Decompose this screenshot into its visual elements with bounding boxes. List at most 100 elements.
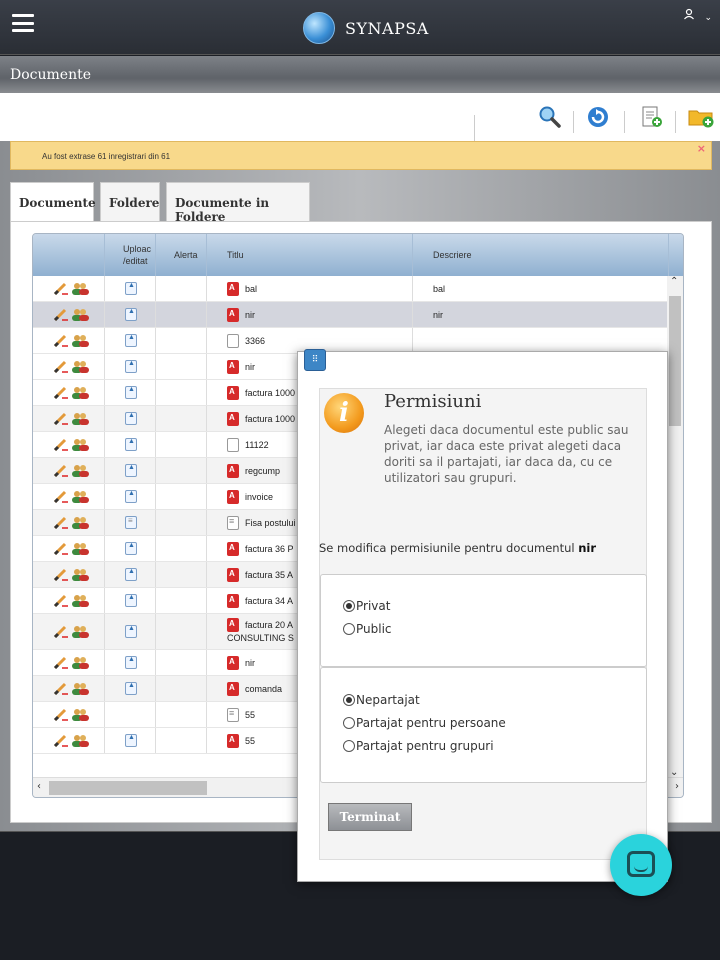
search-button[interactable] [538, 105, 562, 129]
table-row[interactable]: bal bal [33, 276, 669, 302]
permissions-icon[interactable] [71, 282, 89, 296]
permissions-icon[interactable] [71, 438, 89, 452]
edit-icon[interactable] [53, 594, 69, 608]
edit-icon[interactable] [53, 490, 69, 504]
edit-icon[interactable] [53, 734, 69, 748]
edit-icon[interactable] [53, 412, 69, 426]
edit-icon[interactable] [53, 334, 69, 348]
permissions-icon[interactable] [71, 625, 89, 639]
permissions-icon[interactable] [71, 682, 89, 696]
row-title[interactable]: 55 [245, 736, 255, 746]
upload-icon[interactable] [125, 568, 137, 581]
permissions-icon[interactable] [71, 516, 89, 530]
row-title[interactable]: Fisa postului [245, 518, 296, 528]
upload-icon[interactable] [125, 490, 137, 503]
column-titlu[interactable]: Titlu [207, 234, 413, 276]
vertical-scrollbar[interactable]: ⌃ ⌄ [667, 276, 683, 778]
column-alerta[interactable]: Alerta [156, 234, 207, 276]
row-title[interactable]: factura 36 P [245, 544, 294, 554]
edit-icon[interactable] [53, 625, 69, 639]
new-folder-button[interactable] [688, 105, 716, 129]
edit-icon[interactable] [53, 308, 69, 322]
row-title[interactable]: factura 20 A [245, 620, 293, 630]
table-row[interactable]: nir nir [33, 302, 669, 328]
upload-icon[interactable] [125, 464, 137, 477]
upload-icon[interactable] [125, 386, 137, 399]
edit-icon[interactable] [53, 656, 69, 670]
permissions-icon[interactable] [71, 734, 89, 748]
permissions-icon[interactable] [71, 334, 89, 348]
permissions-icon[interactable] [71, 490, 89, 504]
radio-public[interactable]: Public [343, 622, 392, 636]
permissions-icon[interactable] [71, 568, 89, 582]
column-upload[interactable]: Uploac /editat [105, 234, 156, 276]
permissions-icon[interactable] [71, 412, 89, 426]
upload-icon[interactable] [125, 282, 137, 295]
radio-partajat-grupuri[interactable]: Partajat pentru grupuri [343, 739, 494, 753]
radio-privat[interactable]: Privat [343, 599, 390, 613]
edit-icon[interactable] [53, 386, 69, 400]
tab-documente-in-foldere[interactable]: Documente in Foldere [166, 182, 310, 224]
edit-icon[interactable] [53, 438, 69, 452]
permissions-icon[interactable] [71, 542, 89, 556]
upload-icon[interactable] [125, 542, 137, 555]
edit-icon[interactable] [53, 360, 69, 374]
upload-icon[interactable] [125, 734, 137, 747]
permissions-icon[interactable] [71, 594, 89, 608]
scroll-thumb[interactable] [669, 296, 681, 426]
row-title[interactable]: nir [245, 362, 255, 372]
scroll-right-icon[interactable]: › [675, 781, 679, 792]
row-title[interactable]: factura 35 A [245, 570, 293, 580]
permissions-icon[interactable] [71, 708, 89, 722]
upload-icon[interactable] [125, 516, 137, 529]
user-menu[interactable]: ⌄ [683, 8, 712, 23]
scroll-up-icon[interactable]: ⌃ [670, 276, 678, 287]
edit-icon[interactable] [53, 542, 69, 556]
drag-handle-icon[interactable]: ⠿ [304, 349, 326, 371]
tab-documente[interactable]: Documente [10, 182, 96, 223]
edit-icon[interactable] [53, 282, 69, 296]
tab-foldere[interactable]: Foldere [100, 182, 160, 222]
upload-icon[interactable] [125, 308, 137, 321]
menu-icon[interactable] [12, 14, 34, 32]
upload-icon[interactable] [125, 360, 137, 373]
new-document-button[interactable] [640, 105, 664, 129]
upload-icon[interactable] [125, 656, 137, 669]
upload-icon[interactable] [125, 682, 137, 695]
radio-nepartajat[interactable]: Nepartajat [343, 693, 420, 707]
close-icon[interactable]: × [697, 142, 706, 155]
row-title[interactable]: 55 [245, 710, 255, 720]
permissions-icon[interactable] [71, 656, 89, 670]
app-logo[interactable]: SYNAPSA [303, 12, 429, 44]
edit-icon[interactable] [53, 464, 69, 478]
upload-icon[interactable] [125, 438, 137, 451]
permissions-icon[interactable] [71, 386, 89, 400]
row-title[interactable]: bal [245, 284, 257, 294]
upload-icon[interactable] [125, 334, 137, 347]
row-title[interactable]: 11122 [245, 440, 269, 450]
scroll-thumb[interactable] [49, 781, 207, 795]
edit-icon[interactable] [53, 516, 69, 530]
upload-icon[interactable] [125, 412, 137, 425]
permissions-icon[interactable] [71, 464, 89, 478]
scroll-left-icon[interactable]: ‹ [37, 781, 41, 792]
edit-icon[interactable] [53, 682, 69, 696]
edit-icon[interactable] [53, 708, 69, 722]
row-title[interactable]: nir [245, 658, 255, 668]
row-title[interactable]: invoice [245, 492, 273, 502]
row-title[interactable]: 3366 [245, 336, 265, 346]
row-title[interactable]: factura 34 A [245, 596, 293, 606]
radio-partajat-persoane[interactable]: Partajat pentru persoane [343, 716, 506, 730]
row-title[interactable]: comanda [245, 684, 282, 694]
upload-icon[interactable] [125, 594, 137, 607]
row-title[interactable]: factura 1000 [245, 414, 295, 424]
row-title[interactable]: nir [245, 310, 255, 320]
row-title[interactable]: factura 1000 [245, 388, 295, 398]
upload-icon[interactable] [125, 625, 137, 638]
column-descriere[interactable]: Descriere [413, 234, 669, 276]
terminat-button[interactable]: Terminat [328, 803, 412, 831]
chat-button[interactable] [610, 834, 672, 896]
permissions-icon[interactable] [71, 308, 89, 322]
row-title[interactable]: regcump [245, 466, 280, 476]
permissions-icon[interactable] [71, 360, 89, 374]
